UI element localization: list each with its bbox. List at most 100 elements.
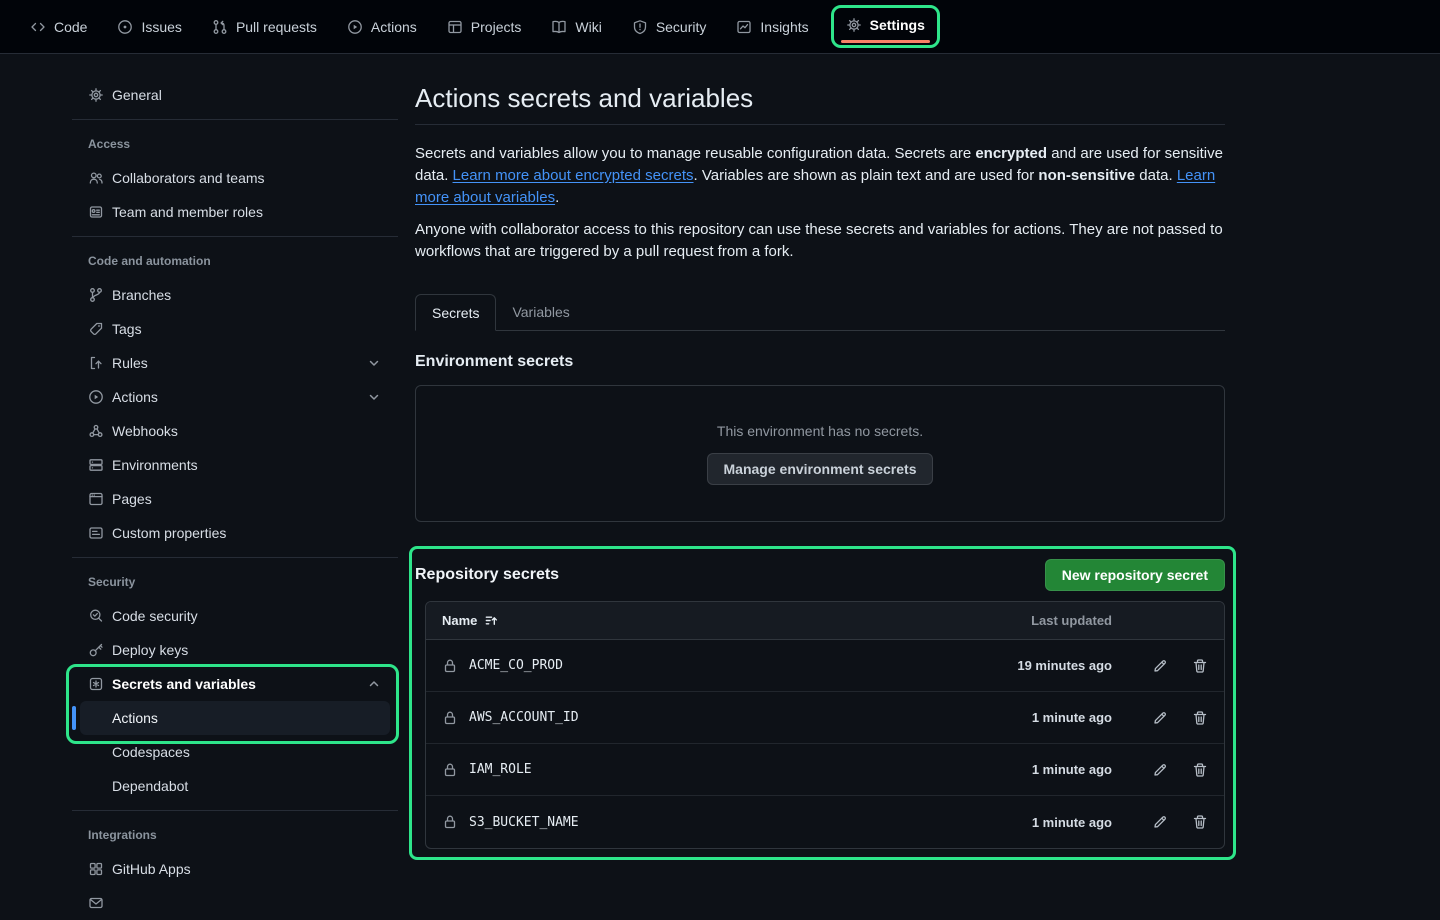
gear-icon [88,87,104,103]
manage-environment-secrets-button[interactable]: Manage environment secrets [707,453,934,485]
codescan-icon [88,608,104,624]
secrets-table-header: Name Last updated [426,602,1224,640]
mail-icon [88,895,104,911]
book-icon [551,19,567,35]
sidebar-item-label: Tags [112,321,382,337]
edit-secret-button[interactable] [1152,762,1168,778]
sidebar-item-rules[interactable]: Rules [72,346,398,380]
delete-secret-button[interactable] [1192,762,1208,778]
repository-secrets-header: Repository secrets New repository secret [415,559,1225,591]
repository-secrets-section: Repository secrets New repository secret… [415,559,1225,849]
divider [72,236,398,237]
sidebar-item-general[interactable]: General [72,78,398,112]
sidebar-item-label: Codespaces [112,744,190,760]
sidebar-item-label: Webhooks [112,423,382,439]
sidebar-item-label: Pages [112,491,382,507]
shield-icon [632,19,648,35]
tab-insights[interactable]: Insights [726,11,818,43]
secret-name: ACME_CO_PROD [469,658,563,673]
trash-icon [1192,658,1208,674]
lock-icon [442,710,458,726]
sidebar-item-pages[interactable]: Pages [72,482,398,516]
secret-updated: 1 minute ago [962,815,1112,830]
secret-updated: 1 minute ago [962,762,1112,777]
sidebar-item-label: General [112,87,382,103]
sidebar-item-custom-properties[interactable]: Custom properties [72,516,398,550]
pencil-icon [1152,814,1168,830]
tab-label: Settings [870,17,925,33]
secret-row: IAM_ROLE 1 minute ago [426,744,1224,796]
sidebar-item-collaborators[interactable]: Collaborators and teams [72,161,398,195]
sidebar-item-label: Collaborators and teams [112,170,382,186]
sidebar-item-actions[interactable]: Actions [72,380,398,414]
sidebar-subitem-actions-selected[interactable]: Actions [80,701,390,735]
link-encrypted-secrets[interactable]: Learn more about encrypted secrets [453,167,694,184]
play-circle-icon [88,389,104,405]
tab-variables[interactable]: Variables [496,293,585,330]
secrets-variables-tabbar: Secrets Variables [415,293,1225,331]
gear-icon [846,17,862,33]
divider [72,119,398,120]
tab-wiki[interactable]: Wiki [541,11,611,43]
sidebar-subitem-dependabot[interactable]: Dependabot [80,769,390,803]
sidebar-item-label: Deploy keys [112,642,382,658]
sidebar-section-access: Access [72,127,398,161]
sidebar-item-deploy-keys[interactable]: Deploy keys [72,633,398,667]
server-icon [88,457,104,473]
sidebar-item-label: Branches [112,287,382,303]
delete-secret-button[interactable] [1192,658,1208,674]
sidebar-item-email-notifications-cutoff[interactable] [72,886,398,920]
secret-name-cell: S3_BUCKET_NAME [442,814,962,830]
new-repository-secret-button[interactable]: New repository secret [1045,559,1225,591]
sort-ascending-icon [484,613,499,628]
chevron-down-icon [366,355,382,371]
active-tab-underline [841,40,930,43]
sidebar-item-tags[interactable]: Tags [72,312,398,346]
key-icon [88,642,104,658]
row-actions [1112,710,1208,726]
edit-secret-button[interactable] [1152,814,1168,830]
sidebar-item-secrets-and-variables[interactable]: Secrets and variables [72,667,398,701]
sidebar-item-environments[interactable]: Environments [72,448,398,482]
tab-label: Insights [760,19,808,35]
play-circle-icon [347,19,363,35]
tab-label: Code [54,19,87,35]
table-icon [447,19,463,35]
sidebar-item-webhooks[interactable]: Webhooks [72,414,398,448]
edit-secret-button[interactable] [1152,710,1168,726]
delete-secret-button[interactable] [1192,814,1208,830]
sidebar-item-label: GitHub Apps [112,861,382,877]
lock-icon [442,814,458,830]
edit-secret-button[interactable] [1152,658,1168,674]
sidebar-item-label: Actions [112,389,358,405]
secret-name: S3_BUCKET_NAME [469,815,579,830]
tab-secrets[interactable]: Secrets [415,294,496,331]
tab-label: Wiki [575,19,601,35]
secret-name-cell: IAM_ROLE [442,762,962,778]
selected-indicator-bar [72,706,76,730]
collaborator-note: Anyone with collaborator access to this … [415,219,1225,263]
sidebar-subitem-codespaces[interactable]: Codespaces [80,735,390,769]
tab-pull-requests[interactable]: Pull requests [202,11,327,43]
tab-projects[interactable]: Projects [437,11,532,43]
trash-icon [1192,710,1208,726]
name-column-header[interactable]: Name [442,613,962,628]
intro-text: . Variables are shown as plain text and … [694,167,1039,184]
chevron-up-icon [366,676,382,692]
row-actions [1112,658,1208,674]
sidebar-item-label: Dependabot [112,778,188,794]
tab-security[interactable]: Security [622,11,717,43]
sidebar-item-label: Code security [112,608,382,624]
delete-secret-button[interactable] [1192,710,1208,726]
tab-issues[interactable]: Issues [107,11,191,43]
sidebar-section-security: Security [72,565,398,599]
trash-icon [1192,762,1208,778]
tab-settings[interactable]: Settings [836,9,935,41]
sidebar-item-team-member-roles[interactable]: Team and member roles [72,195,398,229]
tab-code[interactable]: Code [20,11,97,43]
sidebar-item-branches[interactable]: Branches [72,278,398,312]
tab-actions[interactable]: Actions [337,11,427,43]
secret-row: S3_BUCKET_NAME 1 minute ago [426,796,1224,848]
sidebar-item-github-apps[interactable]: GitHub Apps [72,852,398,886]
sidebar-item-code-security[interactable]: Code security [72,599,398,633]
